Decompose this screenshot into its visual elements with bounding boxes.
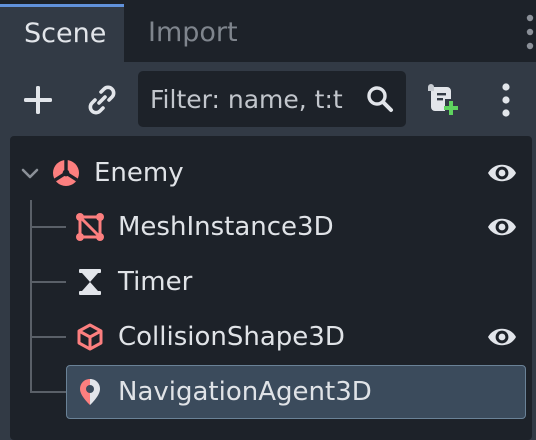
- dock-tab-bar: Scene Import: [0, 0, 536, 62]
- hourglass-icon: [79, 269, 101, 295]
- visibility-eye-icon[interactable]: [486, 158, 518, 188]
- tree-item-navigationagent3d[interactable]: NavigationAgent3D: [10, 365, 532, 419]
- filter-input[interactable]: [150, 71, 360, 127]
- tree-item-meshinstance3d[interactable]: MeshInstance3D: [10, 200, 532, 254]
- tree-item-collisionshape3d[interactable]: CollisionShape3D: [10, 310, 532, 364]
- node3d-icon: [53, 160, 79, 186]
- link-icon: [88, 85, 116, 115]
- tab-menu-icon[interactable]: [514, 14, 536, 50]
- visibility-eye-icon[interactable]: [486, 212, 518, 242]
- tree-item-timer[interactable]: Timer: [10, 255, 532, 309]
- scene-panel: Enemy MeshInstance3D: [0, 62, 536, 440]
- filter-field: [138, 71, 406, 127]
- scene-menu-button[interactable]: [486, 80, 526, 120]
- visibility-eye-icon[interactable]: [486, 322, 518, 352]
- tree-item-label: NavigationAgent3D: [118, 377, 372, 407]
- scene-tree: Enemy MeshInstance3D Timer CollisionShap…: [10, 136, 532, 440]
- tree-item-label: CollisionShape3D: [118, 322, 345, 352]
- instantiate-scene-button[interactable]: [82, 80, 122, 120]
- chevron-down-icon[interactable]: [20, 164, 40, 184]
- add-node-button[interactable]: [18, 80, 58, 120]
- tab-import[interactable]: Import: [124, 4, 262, 62]
- vertical-dots-icon: [502, 83, 510, 117]
- tree-item-label: MeshInstance3D: [118, 212, 334, 242]
- search-icon[interactable]: [366, 85, 394, 113]
- plus-icon: [24, 86, 52, 114]
- scene-dock: Scene Import Filter: name, t:t Enemy Mes…: [0, 0, 536, 440]
- location-pin-icon: [80, 379, 100, 405]
- tree-item-label: Enemy: [94, 158, 184, 188]
- tree-item-label: Timer: [118, 267, 193, 297]
- mesh-instance-icon: [76, 213, 104, 241]
- tree-item-enemy[interactable]: Enemy: [10, 146, 532, 200]
- cube-icon: [77, 323, 103, 351]
- scene-toolbar: [0, 62, 536, 136]
- tab-scene[interactable]: Scene: [0, 4, 124, 62]
- attach-script-icon: [428, 84, 458, 115]
- attach-script-button[interactable]: [422, 80, 462, 120]
